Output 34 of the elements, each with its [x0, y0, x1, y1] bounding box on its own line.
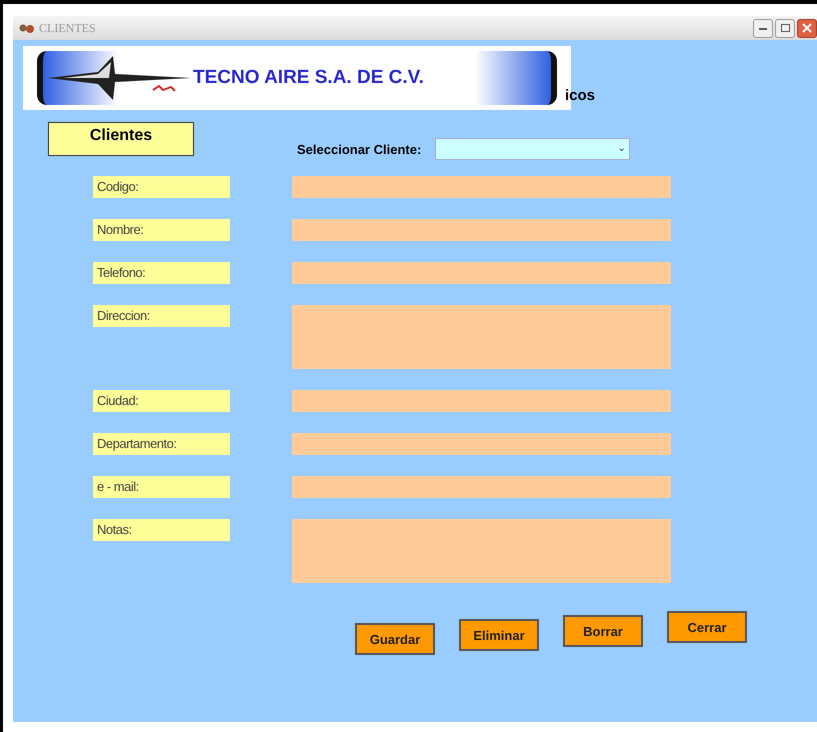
action-button[interactable]: Borrar	[563, 615, 643, 647]
client-dropdown[interactable]: ⌄	[435, 138, 630, 160]
field-label: Telefono:	[93, 262, 230, 284]
field-label: e - mail:	[93, 476, 230, 498]
maximize-icon	[780, 24, 790, 32]
field-label: Ciudad:	[93, 390, 230, 412]
app-icon	[19, 22, 35, 34]
field-label: Direccion:	[93, 305, 230, 327]
input-field[interactable]	[292, 219, 671, 241]
field-label: Departamento:	[93, 433, 230, 455]
text-area[interactable]	[292, 519, 671, 583]
company-name: TECNO AIRE S.A. DE C.V.	[193, 67, 424, 89]
dropdown-arrow[interactable]: ⌄	[613, 144, 630, 154]
action-button[interactable]: Cerrar	[667, 611, 747, 643]
action-button[interactable]: Eliminar	[459, 619, 539, 651]
field-label: Notas:	[93, 519, 230, 541]
input-field[interactable]	[292, 476, 671, 498]
minimize-button[interactable]	[753, 18, 773, 38]
form-title: icos	[565, 87, 596, 104]
select-label: Seleccionar Cliente:	[297, 142, 422, 156]
field-label: Nombre:	[93, 219, 230, 241]
action-button[interactable]: Guardar	[355, 623, 435, 655]
text-area[interactable]	[292, 305, 671, 369]
section-label: Clientes	[48, 122, 194, 156]
input-field[interactable]	[292, 433, 671, 455]
input-field[interactable]	[292, 390, 671, 412]
window-title: CLIENTES	[39, 20, 96, 36]
input-field[interactable]	[292, 262, 671, 284]
input-field[interactable]	[292, 176, 671, 198]
field-label: Codigo:	[93, 176, 230, 198]
close-button[interactable]	[797, 18, 817, 38]
close-icon	[802, 23, 812, 33]
minimize-icon	[759, 26, 767, 30]
maximize-button[interactable]	[775, 18, 795, 38]
